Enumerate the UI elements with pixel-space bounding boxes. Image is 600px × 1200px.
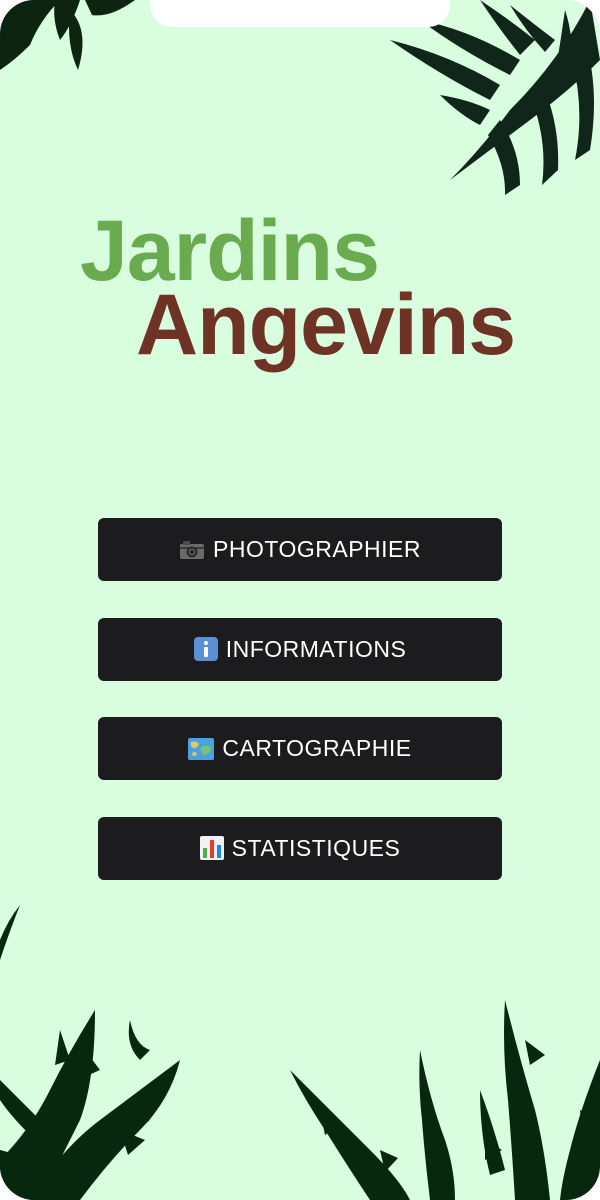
cartographie-button[interactable]: CARTOGRAPHIE [98, 717, 502, 780]
photographier-label: PHOTOGRAPHIER [213, 536, 421, 562]
statistiques-button[interactable]: STATISTIQUES [98, 816, 502, 880]
bottom-right-fern-decoration [290, 1000, 600, 1200]
statistiques-label: STATISTIQUES [231, 834, 401, 861]
app-title: Jardins Angevins [0, 0, 600, 400]
main-menu: PHOTOGRAPHIER INFORMATIONS CARTOGRAPHIE … [98, 518, 502, 916]
bottom-left-leaves-decoration [0, 905, 180, 1200]
device-notch [150, 0, 450, 27]
informations-label: INFORMATIONS [225, 635, 407, 662]
informations-button[interactable]: INFORMATIONS [98, 617, 502, 681]
title-word-angevins: Angevins [136, 277, 516, 373]
photographier-button[interactable]: PHOTOGRAPHIER [98, 518, 502, 581]
info-icon [193, 637, 218, 661]
bar-chart-icon [199, 836, 224, 860]
app-screen: Jardins Angevins PHOTOGRAPHIER INFORMATI… [0, 0, 600, 1200]
cartographie-label: CARTOGRAPHIE [222, 735, 412, 761]
map-icon [188, 737, 215, 760]
camera-icon [179, 540, 205, 560]
